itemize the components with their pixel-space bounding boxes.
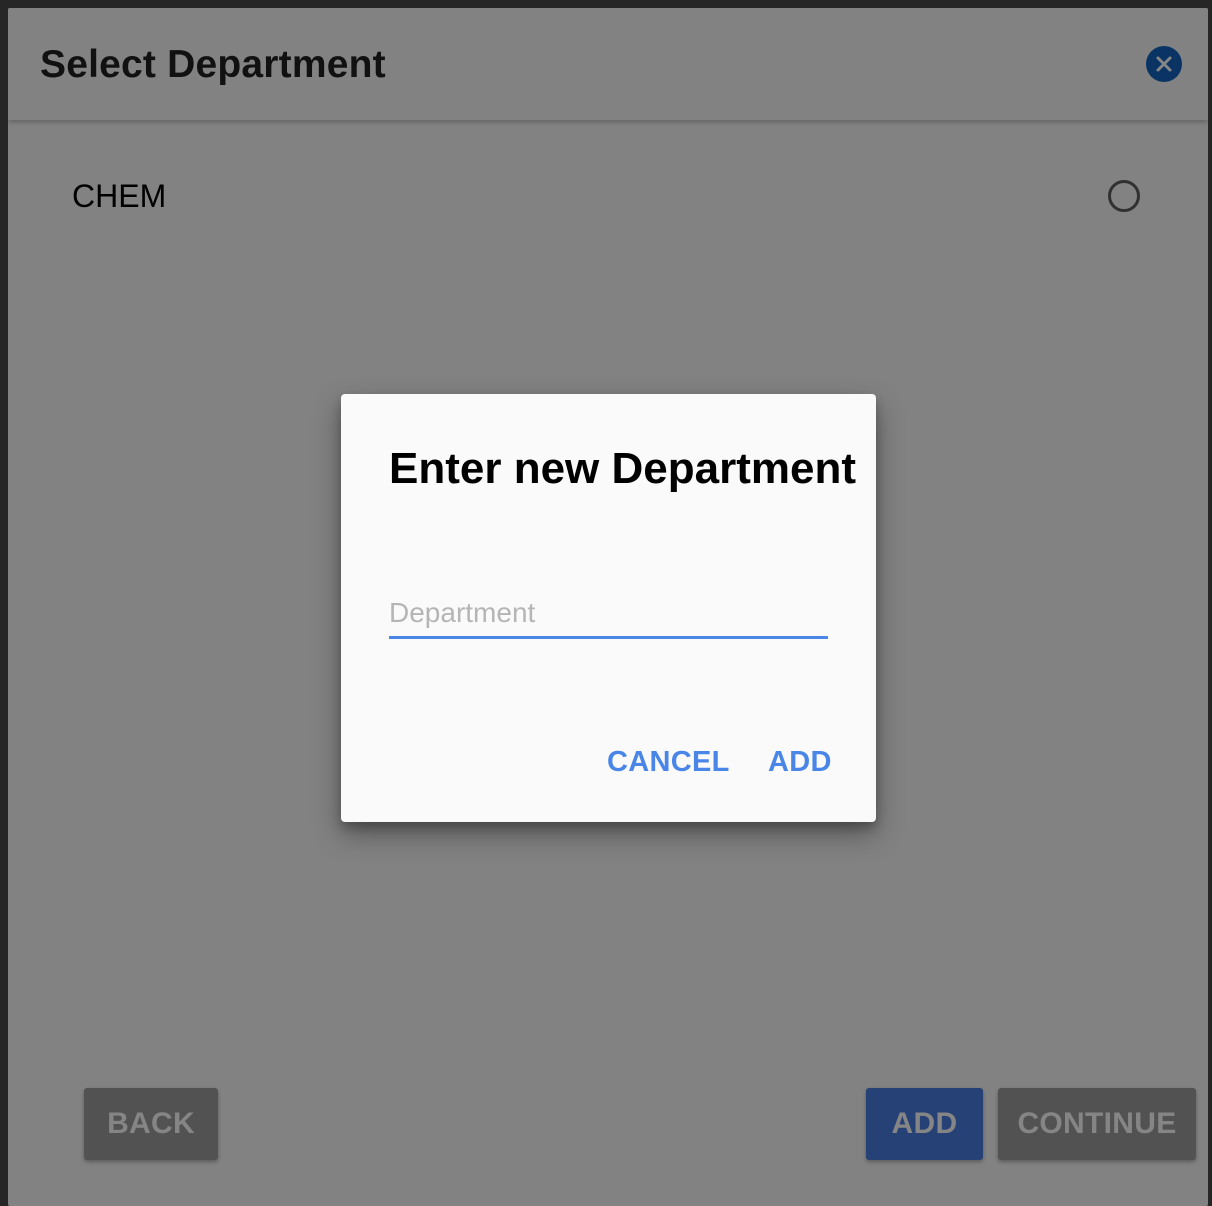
new-department-dialog: Enter new Department CANCEL ADD	[341, 394, 876, 822]
cancel-button[interactable]: CANCEL	[607, 742, 730, 782]
dialog-add-button[interactable]: ADD	[768, 742, 832, 782]
dialog-title: Enter new Department	[389, 444, 856, 493]
department-input[interactable]	[389, 590, 828, 639]
